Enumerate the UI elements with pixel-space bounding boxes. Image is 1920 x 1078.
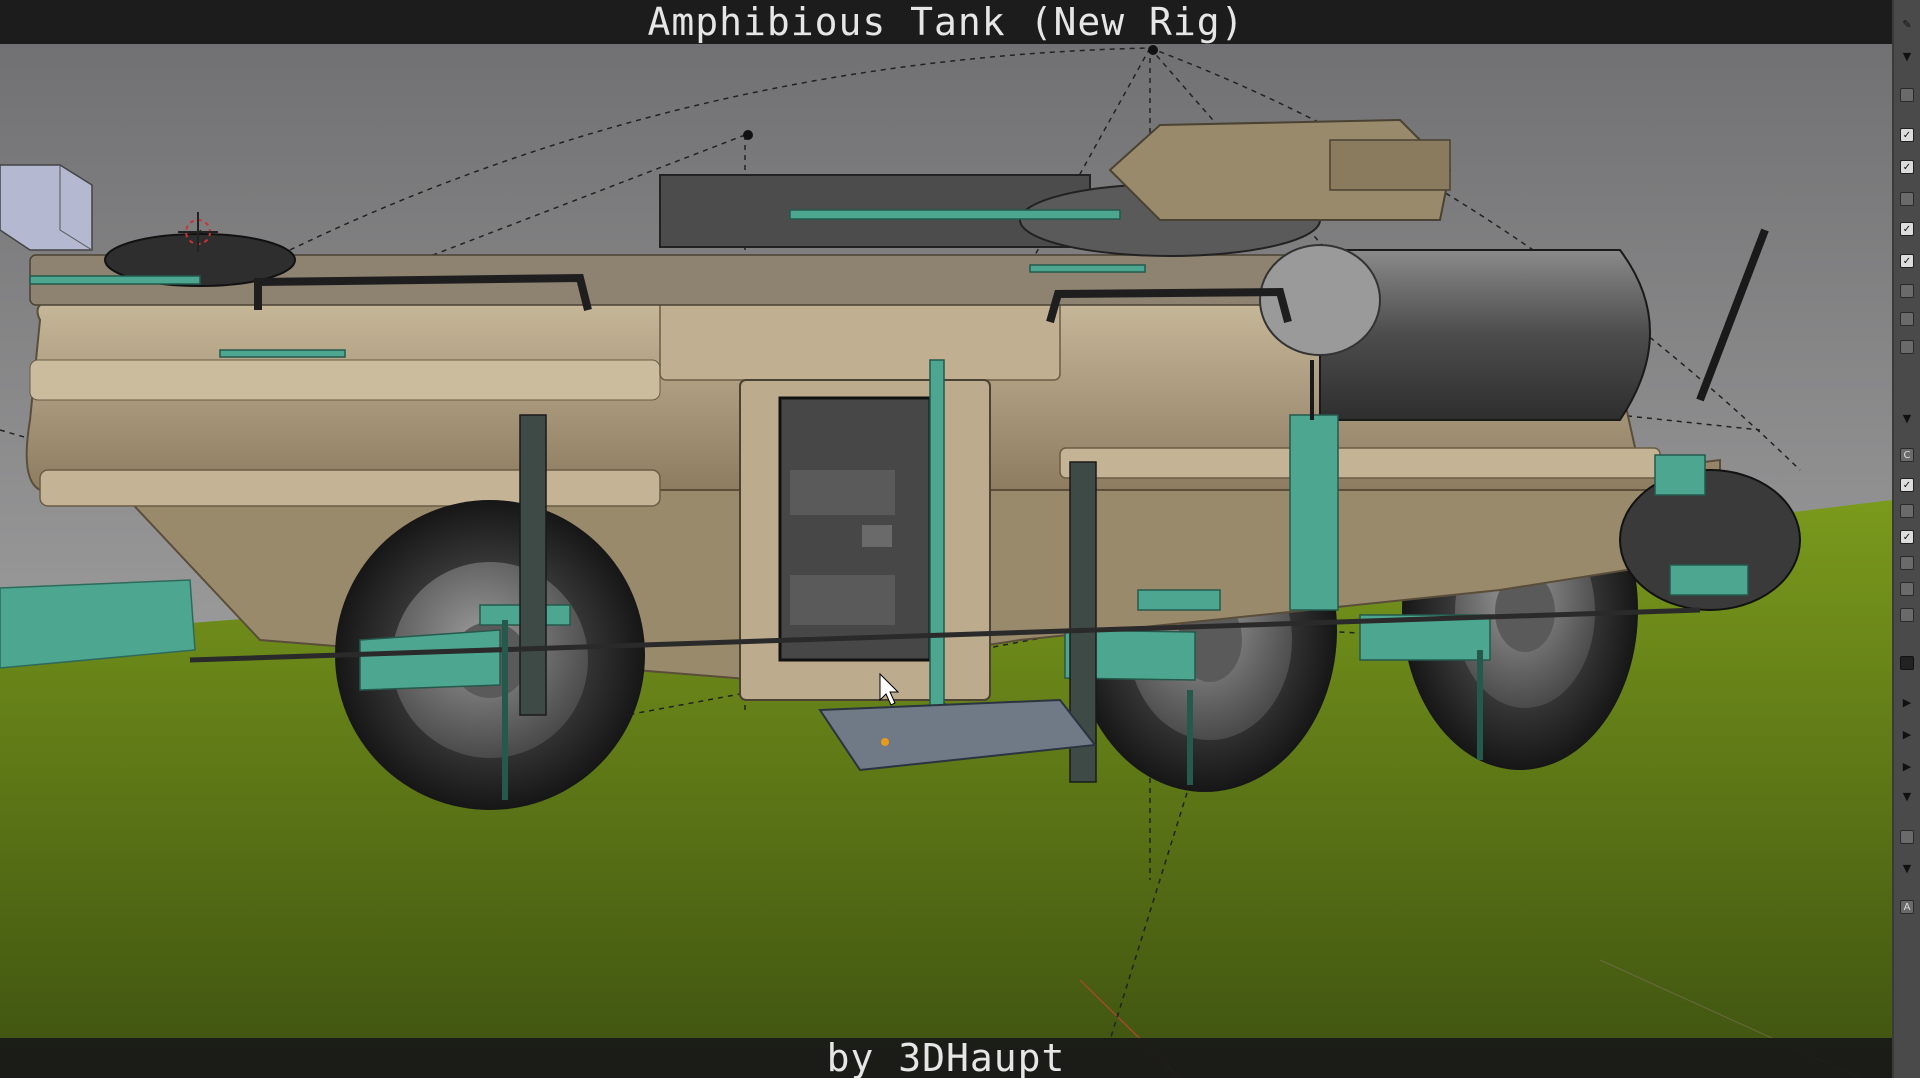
panel-field[interactable] (1900, 830, 1914, 844)
panel-expand-toggle[interactable]: ▶ (1900, 760, 1914, 774)
credit-bar: by 3DHaupt (0, 1036, 1892, 1078)
panel-expand-toggle[interactable]: ▶ (1900, 728, 1914, 742)
rig-control-rear[interactable] (1654, 454, 1706, 496)
hull-side-rail-rear (1059, 447, 1661, 479)
panel-field[interactable] (1900, 608, 1914, 622)
rig-control-propeller[interactable] (1669, 564, 1749, 596)
wrench-icon[interactable]: ✎ (1900, 18, 1914, 32)
object-origin (881, 738, 889, 746)
panel-expand-toggle[interactable]: ▼ (1900, 412, 1914, 426)
properties-panel[interactable]: ✎ ▼ ✓ ✓ ✓ ✓ ▼ C ✓ ✓ ▶ ▶ ▶ ▼ ▼ A (1892, 0, 1920, 1078)
panel-field[interactable] (1900, 582, 1914, 596)
panel-checkbox[interactable]: ✓ (1900, 530, 1914, 544)
rig-control-wheel-front[interactable] (359, 629, 501, 691)
background-cube[interactable] (0, 164, 93, 251)
panel-field[interactable] (1900, 192, 1914, 206)
panel-field[interactable]: A (1900, 900, 1914, 914)
hull-side-rail (39, 469, 661, 507)
panel-field[interactable] (1900, 284, 1914, 298)
panel-expand-toggle[interactable]: ▼ (1900, 50, 1914, 64)
3d-viewport[interactable]: Amphibious Tank (New Rig) by 3DHaupt (0, 0, 1892, 1078)
viewport-scene[interactable] (0, 0, 1892, 1078)
credit-text: by 3DHaupt (826, 1036, 1066, 1078)
title-bar: Amphibious Tank (New Rig) (0, 0, 1892, 44)
panel-checkbox[interactable]: ✓ (1900, 128, 1914, 142)
panel-field[interactable] (1900, 556, 1914, 570)
panel-checkbox[interactable]: ✓ (1900, 160, 1914, 174)
panel-field[interactable]: C (1900, 448, 1914, 462)
window-title: Amphibious Tank (New Rig) (647, 0, 1245, 44)
panel-field[interactable] (1900, 88, 1914, 102)
panel-checkbox[interactable]: ✓ (1900, 254, 1914, 268)
panel-checkbox[interactable]: ✓ (1900, 222, 1914, 236)
panel-field[interactable] (1900, 340, 1914, 354)
panel-checkbox[interactable]: ✓ (1900, 478, 1914, 492)
panel-field[interactable] (1900, 504, 1914, 518)
panel-expand-toggle[interactable]: ▼ (1900, 862, 1914, 876)
panel-expand-toggle[interactable]: ▶ (1900, 696, 1914, 710)
panel-expand-toggle[interactable]: ▼ (1900, 790, 1914, 804)
panel-color-swatch[interactable] (1900, 656, 1914, 670)
side-door[interactable] (739, 379, 991, 701)
blender-window: Amphibious Tank (New Rig) by 3DHaupt ✎ ▼ ✓… (0, 0, 1920, 1078)
panel-field[interactable] (1900, 312, 1914, 326)
hull-panel (29, 359, 661, 401)
